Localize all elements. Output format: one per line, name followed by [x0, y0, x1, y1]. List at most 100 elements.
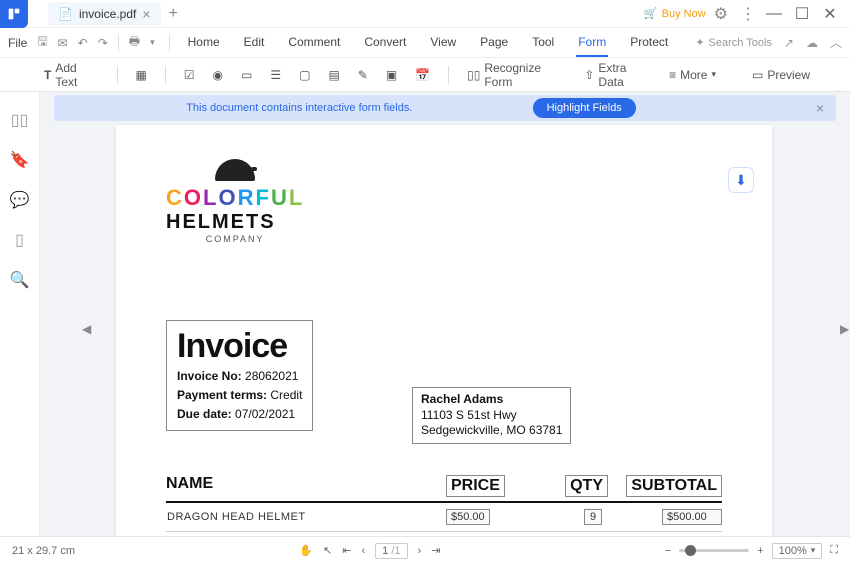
tab-form[interactable]: Form: [576, 29, 608, 57]
upload-icon: ⇧: [584, 68, 594, 82]
download-button[interactable]: ⬇: [728, 167, 754, 193]
close-window-button[interactable]: ✕: [820, 4, 840, 24]
collapse-ribbon-icon[interactable]: ︿: [830, 34, 842, 51]
workspace: ▯▯ 🔖 💬 ▯ 🔍 This document contains intera…: [0, 92, 850, 536]
tab-convert[interactable]: Convert: [362, 29, 408, 57]
file-menu[interactable]: File: [8, 36, 27, 50]
dropdown-field-icon[interactable]: ▤: [328, 68, 339, 82]
tab-comment[interactable]: Comment: [286, 29, 342, 57]
hand-tool-icon[interactable]: ✋: [299, 544, 313, 557]
logo-text-helmets: HELMETS: [166, 211, 304, 234]
next-page-arrow[interactable]: ▶: [840, 322, 848, 336]
select-tool-icon[interactable]: ↖: [323, 544, 332, 557]
save-icon[interactable]: 🖫: [37, 32, 47, 53]
item-name: DRAGON HEAD HELMET: [166, 510, 446, 524]
tab-home[interactable]: Home: [186, 29, 222, 57]
table-row: DRAGON HEAD HELMET $50.00 9 $500.00: [166, 503, 722, 532]
cloud-icon[interactable]: ☁: [806, 36, 818, 50]
left-sidebar: ▯▯ 🔖 💬 ▯ 🔍: [0, 92, 40, 536]
new-tab-button[interactable]: +: [169, 5, 178, 23]
image-field-icon[interactable]: ▣: [386, 68, 397, 82]
preview-tool[interactable]: ▭ Preview: [752, 68, 810, 82]
mail-icon[interactable]: ✉: [58, 36, 68, 50]
undo-icon[interactable]: ↶: [78, 36, 88, 50]
zoom-slider[interactable]: [679, 549, 749, 552]
cart-icon: 🛒: [644, 7, 658, 20]
list-field-icon[interactable]: ☰: [270, 68, 281, 82]
page-number-input[interactable]: 1 /1: [375, 543, 407, 559]
highlight-fields-button[interactable]: Highlight Fields: [533, 98, 636, 118]
pdf-page: ⬇ COLORFUL HELMETS COMPANY Invoice Invoi…: [116, 125, 772, 536]
subtotal-field[interactable]: $500.00: [662, 509, 722, 525]
signature-field-icon[interactable]: ✎: [358, 68, 368, 82]
page-size-label: 21 x 29.7 cm: [12, 545, 75, 557]
add-text-tool[interactable]: T Add Text: [44, 61, 99, 89]
info-bar-close[interactable]: ×: [816, 100, 824, 116]
thumbnails-icon[interactable]: ▯▯: [11, 110, 29, 130]
header-qty[interactable]: QTY: [565, 475, 608, 497]
maximize-button[interactable]: ☐: [792, 4, 812, 24]
next-page-icon[interactable]: ›: [418, 545, 422, 557]
print-icon[interactable]: 🖶: [129, 32, 140, 53]
buy-now-link[interactable]: 🛒 Buy Now: [644, 7, 706, 20]
comment-panel-icon[interactable]: 💬: [10, 190, 30, 210]
extra-data-tool[interactable]: ⇧ Extra Data: [584, 61, 651, 89]
more-icon: ≡: [669, 68, 676, 82]
zoom-in-button[interactable]: +: [757, 545, 763, 557]
bookmark-icon[interactable]: 🔖: [10, 150, 30, 170]
tab-edit[interactable]: Edit: [242, 29, 267, 57]
radio-field-icon[interactable]: ◉: [213, 68, 223, 82]
date-field-icon[interactable]: 📅: [415, 68, 430, 82]
combo-field-icon[interactable]: ▭: [241, 68, 252, 82]
zoom-percent-dropdown[interactable]: 100%▾: [772, 543, 823, 559]
zoom-controls: − + 100%▾ ⛶: [665, 543, 838, 559]
customer-addr2: Sedgewickville, MO 63781: [421, 423, 562, 439]
header-price[interactable]: PRICE: [446, 475, 505, 497]
tab-protect[interactable]: Protect: [628, 29, 670, 57]
logo-text-company: COMPANY: [166, 234, 304, 244]
redo-icon[interactable]: ↷: [98, 36, 108, 50]
invoice-header-box[interactable]: Invoice Invoice No: 28062021 Payment ter…: [166, 320, 313, 431]
recognize-form-tool[interactable]: ▯▯ Recognize Form: [467, 61, 566, 89]
recognize-icon: ▯▯: [467, 68, 480, 82]
prev-page-arrow[interactable]: ◀: [82, 322, 90, 336]
open-external-icon[interactable]: ↗: [784, 36, 794, 50]
last-page-icon[interactable]: ⇥: [431, 544, 440, 557]
search-panel-icon[interactable]: 🔍: [10, 270, 30, 290]
page-navigation: ✋ ↖ ⇤ ‹ 1 /1 › ⇥: [299, 543, 440, 559]
fit-page-icon[interactable]: ⛶: [830, 544, 838, 557]
wand-icon: ✦: [695, 36, 704, 49]
header-subtotal[interactable]: SUBTOTAL: [626, 475, 722, 497]
customer-address-box[interactable]: Rachel Adams 11103 S 51st Hwy Sedgewickv…: [412, 387, 571, 444]
qty-field[interactable]: 9: [584, 509, 602, 525]
form-info-bar: This document contains interactive form …: [54, 95, 836, 121]
price-field[interactable]: $50.00: [446, 509, 490, 525]
customer-addr1: 11103 S 51st Hwy: [421, 408, 562, 424]
tab-page[interactable]: Page: [478, 29, 510, 57]
search-tools[interactable]: ✦ Search Tools: [695, 36, 772, 49]
tab-tool[interactable]: Tool: [530, 29, 556, 57]
attachment-icon[interactable]: ▯: [15, 230, 24, 250]
status-bar: 21 x 29.7 cm ✋ ↖ ⇤ ‹ 1 /1 › ⇥ − + 100%▾ …: [0, 536, 850, 564]
tab-view[interactable]: View: [428, 29, 458, 57]
pdf-icon: 📄: [58, 7, 73, 21]
first-page-icon[interactable]: ⇤: [342, 544, 351, 557]
app-logo-icon: [0, 0, 28, 28]
minimize-button[interactable]: —: [764, 5, 784, 23]
due-date: Due date: 07/02/2021: [177, 406, 302, 423]
document-tab[interactable]: 📄 invoice.pdf ×: [48, 2, 161, 26]
menu-dots-icon[interactable]: ⋮: [740, 4, 756, 24]
text-icon: T: [44, 68, 51, 82]
print-dropdown-icon[interactable]: ▾: [150, 37, 155, 48]
align-tool-icon[interactable]: ▦: [135, 68, 146, 82]
prev-page-icon[interactable]: ‹: [361, 545, 365, 557]
title-bar: 📄 invoice.pdf × + 🛒 Buy Now ⚙ ⋮ — ☐ ✕: [0, 0, 850, 28]
zoom-out-button[interactable]: −: [665, 545, 671, 557]
tab-close-button[interactable]: ×: [142, 6, 150, 22]
share-icon[interactable]: ⚙: [714, 4, 728, 24]
header-name: NAME: [166, 475, 213, 493]
button-field-icon[interactable]: ▢: [299, 68, 310, 82]
checkbox-field-icon[interactable]: ☑: [184, 68, 195, 82]
more-tool[interactable]: ≡ More ▾: [669, 68, 716, 82]
document-canvas: This document contains interactive form …: [40, 92, 850, 536]
